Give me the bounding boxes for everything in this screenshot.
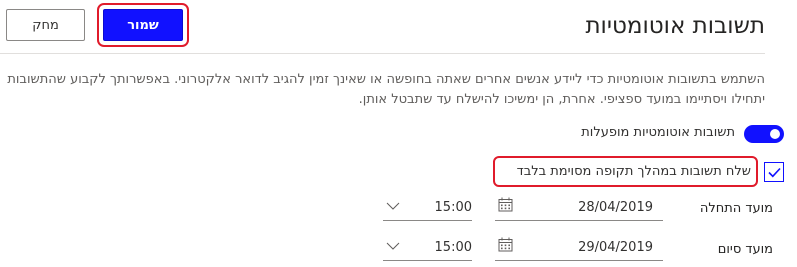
time-period-checkbox[interactable]	[764, 162, 784, 182]
end-date-picker[interactable]: 29/04/2019	[495, 236, 663, 261]
auto-replies-toggle[interactable]	[744, 125, 784, 143]
start-date-value: 28/04/2019	[578, 200, 653, 215]
calendar-icon	[498, 197, 513, 212]
start-date-picker[interactable]: 28/04/2019	[495, 196, 663, 221]
chevron-down-icon	[386, 202, 400, 210]
discard-button[interactable]: מחק	[6, 9, 85, 41]
auto-replies-toggle-label: תשובות אוטומטיות מופעלות	[581, 125, 735, 140]
end-time-label: מועד סיום	[717, 242, 773, 257]
save-button[interactable]: שמור	[103, 9, 183, 41]
start-time-label: מועד התחלה	[699, 201, 773, 216]
calendar-icon	[498, 237, 513, 252]
toggle-knob	[770, 129, 780, 139]
time-period-checkbox-label: שלח תשובות במהלך תקופה מסוימת בלבד	[516, 164, 751, 179]
chevron-down-icon	[386, 242, 400, 250]
start-time-dropdown[interactable]: 15:00	[383, 196, 472, 221]
end-date-value: 29/04/2019	[578, 240, 653, 255]
start-time-value: 15:00	[434, 200, 472, 215]
page-title: תשובות אוטומטיות	[585, 13, 765, 39]
end-time-dropdown[interactable]: 15:00	[383, 236, 472, 261]
header-divider	[0, 53, 765, 54]
checkmark-icon	[768, 167, 781, 178]
description-text: השתמש בתשובות אוטומטיות כדי ליידע אנשים …	[7, 72, 765, 107]
end-time-value: 15:00	[434, 240, 472, 255]
